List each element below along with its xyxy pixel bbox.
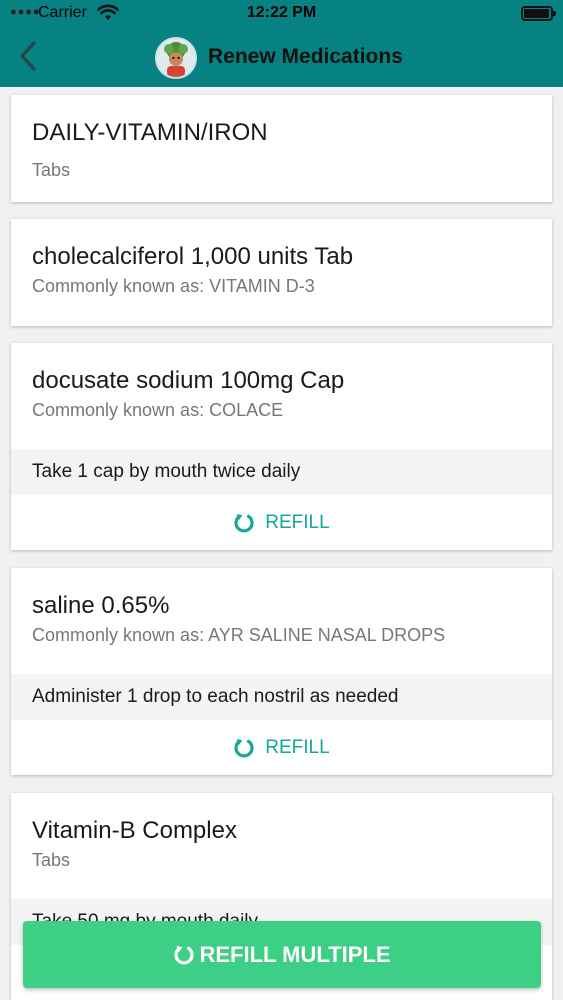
refill-button[interactable]: REFILL — [11, 721, 552, 775]
refresh-icon — [234, 514, 254, 533]
medication-instructions: Administer 1 drop to each nostril as nee… — [11, 674, 552, 720]
medication-name: saline 0.65% — [32, 592, 170, 619]
medication-name: cholecalciferol 1,000 units Tab — [32, 243, 354, 270]
medication-card[interactable]: DAILY-VITAMIN/IRON Tabs — [11, 95, 552, 202]
refill-button[interactable]: REFILL — [11, 496, 552, 550]
battery-icon — [521, 6, 556, 21]
medication-subtitle: Commonly known as: AYR SALINE NASAL DROP… — [32, 625, 446, 645]
medication-name: Vitamin-B Complex — [32, 817, 237, 844]
medication-subtitle: Tabs — [32, 850, 71, 870]
medication-instructions: Take 1 cap by mouth twice daily — [11, 449, 552, 495]
medication-list[interactable]: DAILY-VITAMIN/IRON Tabs cholecalciferol … — [0, 87, 563, 1000]
refill-label: REFILL — [265, 512, 330, 533]
medication-subtitle: Tabs — [32, 160, 71, 180]
profile-avatar — [155, 37, 197, 79]
refill-multiple-button[interactable]: REFILL MULTIPLE — [23, 921, 541, 988]
refresh-icon — [234, 739, 254, 758]
medication-subtitle: Commonly known as: COLACE — [32, 400, 284, 420]
medication-card[interactable]: saline 0.65% Commonly known as: AYR SALI… — [11, 568, 552, 775]
chevron-left-icon — [20, 41, 36, 71]
nav-bar: Renew Medications — [0, 28, 563, 87]
refill-multiple-label: REFILL MULTIPLE — [199, 941, 391, 967]
refill-label: REFILL — [265, 737, 330, 758]
status-bar: ●●●● Carrier 12:22 PM — [0, 0, 563, 28]
medication-name: DAILY-VITAMIN/IRON — [32, 119, 268, 146]
medication-card[interactable]: cholecalciferol 1,000 units Tab Commonly… — [11, 219, 552, 326]
medication-subtitle: Commonly known as: VITAMIN D-3 — [32, 276, 315, 296]
page-title: Renew Medications — [208, 45, 403, 68]
app-header: ●●●● Carrier 12:22 PM Renew Medications — [0, 0, 563, 87]
refresh-icon — [174, 945, 195, 964]
medication-name: docusate sodium 100mg Cap — [32, 367, 345, 394]
status-time: 12:22 PM — [246, 4, 317, 21]
medication-card[interactable]: docusate sodium 100mg Cap Commonly known… — [11, 343, 552, 550]
back-button[interactable] — [10, 36, 46, 76]
